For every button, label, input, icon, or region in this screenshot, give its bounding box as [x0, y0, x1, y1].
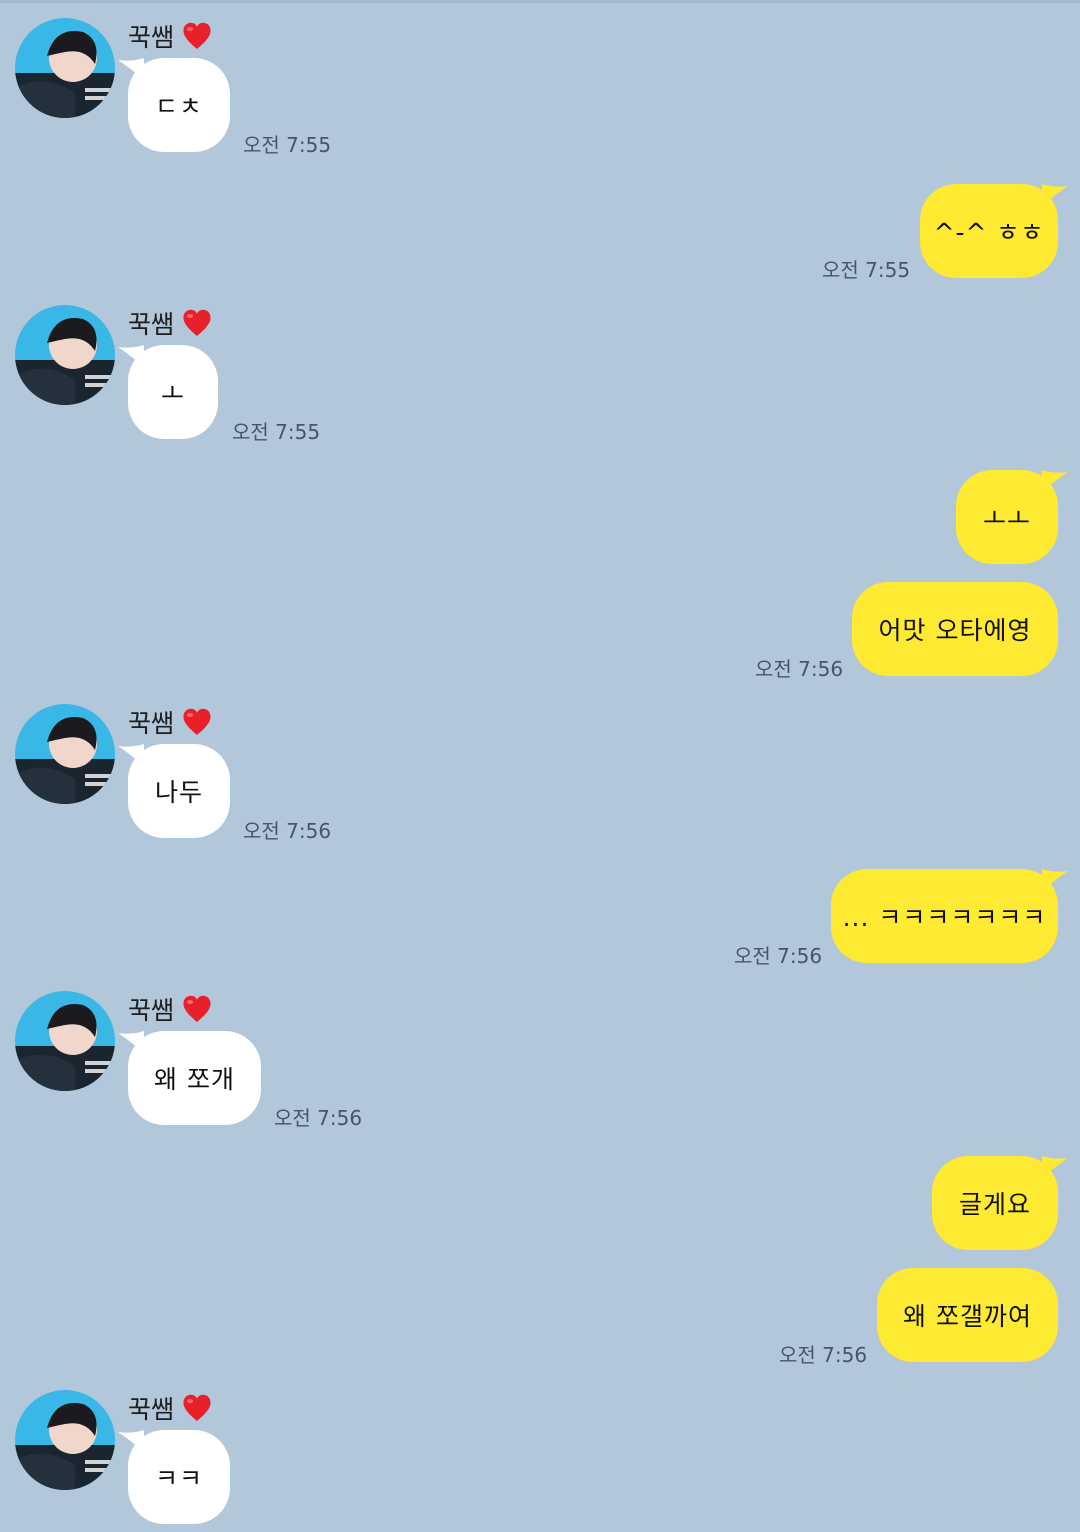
contact-avatar[interactable]: [15, 305, 115, 405]
contact-name: 꾹쌤: [128, 991, 212, 1027]
contact-name: 꾹쌤: [128, 704, 212, 740]
message-text: ㅗㅗ: [982, 504, 1031, 533]
outgoing-message-bubble[interactable]: ㅗㅗ: [956, 470, 1068, 564]
avatar-photo-icon: [15, 704, 115, 804]
contact-name-label: 꾹쌤: [128, 23, 175, 52]
avatar-photo-icon: [15, 305, 115, 405]
message-text: 왜 쪼갤까여: [903, 1302, 1032, 1331]
incoming-message-bubble[interactable]: 나두: [118, 744, 230, 838]
red-heart-icon: [183, 995, 211, 1022]
incoming-message-bubble[interactable]: 왜 쪼개: [118, 1031, 261, 1125]
bubble-tail: [1042, 470, 1068, 492]
message-time: 오전 7:55: [243, 133, 332, 157]
contact-name: 꾹쌤: [128, 18, 212, 54]
contact-avatar[interactable]: [15, 18, 115, 118]
message-time: 오전 7:56: [274, 1106, 363, 1130]
message-text: ㅋㅋ: [154, 1464, 203, 1493]
message-time: 오전 7:56: [779, 1343, 868, 1367]
red-heart-icon: [183, 1394, 211, 1421]
message-time: 오전 7:56: [734, 944, 823, 968]
red-heart-icon: [183, 708, 211, 735]
message-text: ^-^ ㅎㅎ: [933, 218, 1045, 247]
incoming-message-bubble[interactable]: ㅗ: [118, 345, 218, 439]
contact-name: 꾹쌤: [128, 1390, 212, 1426]
avatar-photo-icon: [15, 1390, 115, 1490]
red-heart-icon: [183, 309, 211, 336]
outgoing-message-bubble[interactable]: 어맛 오타에영: [852, 582, 1058, 676]
bubble-tail: [118, 744, 144, 766]
bubble-tail: [1042, 869, 1068, 891]
red-heart-icon: [183, 22, 211, 49]
message-time: 오전 7:56: [243, 819, 332, 843]
contact-name-label: 꾹쌤: [128, 310, 175, 339]
contact-name-label: 꾹쌤: [128, 1395, 175, 1424]
bubble-tail: [118, 345, 144, 367]
message-text: 어맛 오타에영: [878, 616, 1032, 645]
outgoing-message-bubble[interactable]: 왜 쪼갤까여: [877, 1268, 1058, 1362]
contact-name-label: 꾹쌤: [128, 996, 175, 1025]
contact-name-label: 꾹쌤: [128, 709, 175, 738]
top-divider: [0, 0, 1080, 3]
bubble-tail: [118, 1031, 144, 1053]
bubble-tail: [1042, 184, 1068, 206]
message-text: ㄷㅊ: [154, 92, 203, 121]
message-text: 나두: [154, 778, 203, 807]
message-text: 글게요: [958, 1190, 1031, 1219]
message-time: 오전 7:55: [232, 420, 321, 444]
incoming-message-bubble[interactable]: ㄷㅊ: [118, 58, 230, 152]
incoming-message-bubble[interactable]: ㅋㅋ: [118, 1430, 230, 1524]
avatar-photo-icon: [15, 18, 115, 118]
message-time: 오전 7:55: [822, 258, 911, 282]
contact-avatar[interactable]: [15, 1390, 115, 1490]
bubble-tail: [118, 1430, 144, 1452]
avatar-photo-icon: [15, 991, 115, 1091]
contact-avatar[interactable]: [15, 704, 115, 804]
bubble-tail: [118, 58, 144, 80]
bubble-tail: [1042, 1156, 1068, 1178]
outgoing-message-bubble[interactable]: ... ㅋㅋㅋㅋㅋㅋㅋ: [831, 869, 1068, 963]
contact-avatar[interactable]: [15, 991, 115, 1091]
contact-name: 꾹쌤: [128, 305, 212, 341]
message-text: ㅗ: [160, 379, 185, 408]
outgoing-message-bubble[interactable]: ^-^ ㅎㅎ: [920, 184, 1068, 278]
message-time: 오전 7:56: [755, 657, 844, 681]
message-text: ... ㅋㅋㅋㅋㅋㅋㅋ: [842, 903, 1047, 932]
message-text: 왜 쪼개: [154, 1065, 235, 1094]
outgoing-message-bubble[interactable]: 글게요: [932, 1156, 1068, 1250]
